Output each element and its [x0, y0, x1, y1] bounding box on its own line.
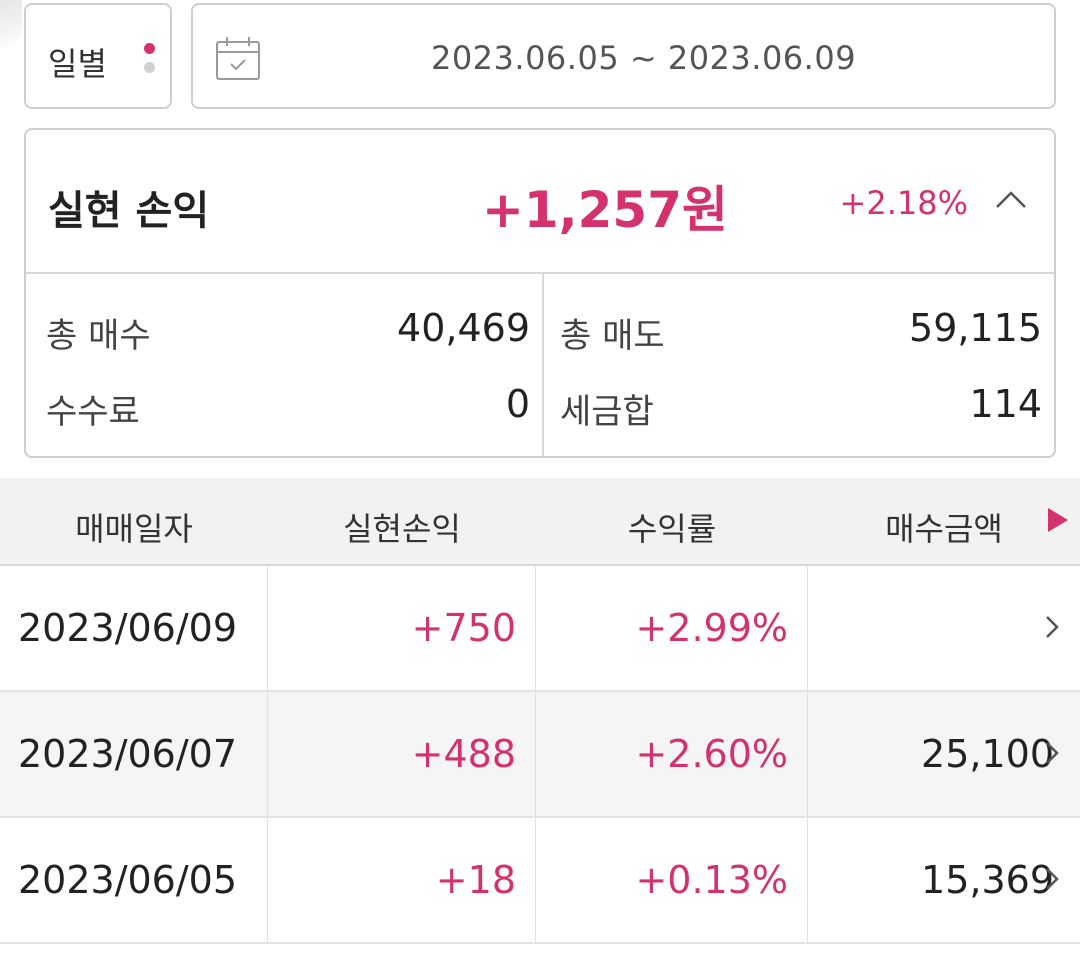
row-date: 2023/06/07: [18, 732, 238, 776]
period-indicator-inactive: [144, 62, 155, 73]
date-range-picker[interactable]: 2023.06.05 ~ 2023.06.09: [191, 3, 1056, 109]
corner-decoration: [0, 0, 22, 48]
header-buy-amount: 매수금액: [885, 510, 1003, 548]
table-row[interactable]: 2023/06/09 +750 +2.99%: [0, 566, 1080, 692]
chevron-right-icon[interactable]: [1042, 864, 1062, 894]
summary-divider: [26, 272, 1054, 274]
chevron-right-icon[interactable]: [1042, 738, 1062, 768]
row-buy-amount: 25,100: [921, 732, 1054, 776]
total-sell-value: 59,115: [909, 306, 1042, 350]
period-selector[interactable]: 일별: [24, 3, 172, 109]
play-right-icon[interactable]: [1046, 506, 1070, 534]
summary-title: 실현 손익: [48, 188, 210, 234]
fee-label: 수수료: [46, 392, 140, 432]
row-return-rate: +0.13%: [635, 858, 788, 902]
summary-rate: +2.18%: [839, 184, 968, 222]
row-date: 2023/06/09: [18, 606, 238, 650]
chevron-right-icon[interactable]: [1042, 612, 1062, 642]
table-row[interactable]: 2023/06/07 +488 +2.60% 25,100: [0, 692, 1080, 818]
header-return-rate: 수익률: [627, 510, 717, 548]
row-date: 2023/06/05: [18, 858, 238, 902]
summary-amount: +1,257원: [481, 181, 728, 239]
row-buy-amount: 15,369: [921, 858, 1054, 902]
table-header: 매매일자 실현손익 수익률 매수금액: [0, 478, 1080, 566]
total-buy-value: 40,469: [397, 306, 530, 350]
row-return-rate: +2.60%: [635, 732, 788, 776]
period-label: 일별: [48, 45, 107, 83]
date-range-text: 2023.06.05 ~ 2023.06.09: [430, 39, 857, 77]
total-sell-label: 총 매도: [560, 316, 665, 356]
row-realized-pl: +750: [411, 606, 516, 650]
tax-value: 114: [969, 382, 1042, 426]
period-indicator-active: [144, 43, 155, 54]
header-trade-date: 매매일자: [75, 510, 193, 548]
row-return-rate: +2.99%: [635, 606, 788, 650]
summary-column-divider: [542, 274, 544, 456]
fee-value: 0: [505, 382, 530, 426]
table-row[interactable]: 2023/06/05 +18 +0.13% 15,369: [0, 818, 1080, 944]
header-realized-pl: 실현손익: [343, 510, 461, 548]
row-realized-pl: +488: [411, 732, 516, 776]
tax-label: 세금합: [560, 392, 654, 432]
realized-pl-summary: 실현 손익 +1,257원 +2.18% 총 매수 40,469 총 매도 59…: [24, 128, 1056, 458]
row-realized-pl: +18: [435, 858, 516, 902]
total-buy-label: 총 매수: [46, 316, 151, 356]
chevron-up-icon[interactable]: [994, 188, 1028, 210]
